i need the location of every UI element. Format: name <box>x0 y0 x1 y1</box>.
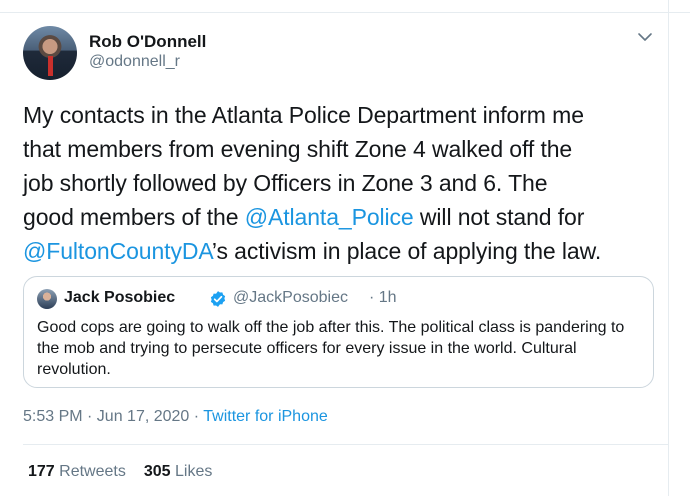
mention-link-atlanta-police[interactable]: @Atlanta_Police <box>245 204 414 230</box>
tweet-timestamp[interactable]: 5:53 PM · Jun 17, 2020 · <box>23 408 203 425</box>
author-handle[interactable]: @odonnell_r <box>89 53 180 71</box>
tweet-line: that members from evening shift Zone 4 w… <box>23 136 573 162</box>
retweets-label: Retweets <box>54 463 126 480</box>
chevron-down-icon[interactable] <box>636 30 654 44</box>
retweets-count: 177 <box>28 463 55 480</box>
quoted-tweet-text: Good cops are going to walk off the job … <box>37 319 625 378</box>
quoted-author-avatar <box>37 289 57 309</box>
stats-divider <box>23 444 668 445</box>
tweet-line: job shortly followed by Officers in Zone… <box>23 170 548 196</box>
mention-link-fulton-county-da[interactable]: @FultonCountyDA <box>23 238 212 264</box>
author-avatar[interactable] <box>23 26 77 80</box>
top-divider <box>0 12 690 13</box>
tweet-source-link[interactable]: Twitter for iPhone <box>203 408 328 425</box>
verified-badge-icon <box>210 291 226 307</box>
tweet-line: @FultonCountyDA’s activism in place of a… <box>23 234 663 268</box>
likes-count: 305 <box>143 463 171 480</box>
tweet-text-segment: will not stand for <box>413 204 585 230</box>
quoted-author-name: Jack Posobiec <box>64 289 176 306</box>
quoted-tweet-card[interactable]: Jack Posobiec @JackPosobiec · 1h Good co… <box>23 276 654 388</box>
right-border <box>668 0 669 496</box>
tweet-text-segment: good members of the <box>23 204 245 230</box>
author-name[interactable]: Rob O'Donnell <box>89 32 206 52</box>
tweet-text: My contacts in the Atlanta Police Depart… <box>23 98 663 268</box>
retweets-stat[interactable]: 177 Retweets <box>28 463 126 480</box>
tweet-metadata: 5:53 PM · Jun 17, 2020 · Twitter for iPh… <box>23 408 328 426</box>
tweet-line: good members of the @Atlanta_Police will… <box>23 200 663 234</box>
quoted-timestamp: · 1h <box>369 289 397 306</box>
quoted-author-handle: @JackPosobiec <box>233 289 348 306</box>
likes-stat[interactable]: 305 Likes <box>144 463 213 480</box>
likes-label: Likes <box>170 463 213 480</box>
tweet-line: My contacts in the Atlanta Police Depart… <box>23 102 584 128</box>
engagement-stats: 177 Retweets 305 Likes <box>28 463 212 481</box>
tweet-text-segment: ’s activism in place of applying the law… <box>211 238 602 264</box>
